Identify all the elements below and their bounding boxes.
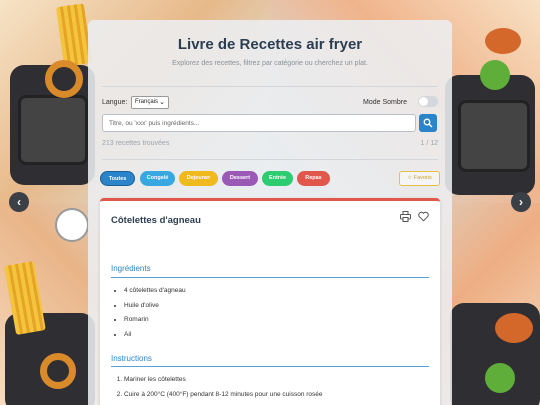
ingredient-item: Romarin: [124, 316, 186, 331]
instruction-step: Mariner les côtelettes: [124, 376, 323, 391]
print-icon[interactable]: [400, 211, 411, 222]
language-value: Français: [135, 99, 159, 105]
page-subtitle: Explorez des recettes, filtrez par catég…: [172, 60, 368, 67]
recipe-book-panel: Livre de Recettes air fryer Explorez des…: [88, 20, 452, 405]
chevron-right-icon: ›: [519, 195, 523, 209]
carousel-prev-button[interactable]: ‹: [9, 192, 29, 212]
category-dessert-button[interactable]: Dessert: [222, 171, 258, 186]
instruction-step: Cuire à 200°C (400°F) pendant 8-12 minut…: [124, 391, 323, 405]
chevron-down-icon: ⌄: [159, 99, 165, 106]
toggle-knob: [419, 97, 428, 106]
results-row: 213 recettes trouvées 1 / 12: [102, 140, 438, 147]
language-label: Langue:: [102, 99, 128, 106]
ingredient-item: Ail: [124, 331, 186, 346]
divider: [102, 159, 438, 160]
recipe-card: Côtelettes d'agneau Ingrédients 4 côtele…: [100, 198, 440, 405]
search-input[interactable]: Titre, ou 'xxx' puis ingrédients...: [102, 114, 416, 132]
category-lunch-button[interactable]: Dejeuner: [179, 171, 218, 186]
category-starter-button[interactable]: Entrée: [262, 171, 293, 186]
ingredients-heading: Ingrédients: [111, 264, 151, 273]
heading-underline: [111, 366, 429, 367]
favorites-button[interactable]: ☆ Favoris: [399, 171, 440, 186]
category-all-button[interactable]: Toutes: [100, 171, 135, 186]
instructions-list: Mariner les côtelettes Cuire à 200°C (40…: [118, 376, 323, 405]
heading-underline: [111, 277, 429, 278]
category-filters: Toutes Congelé Dejeuner Dessert Entrée R…: [100, 171, 440, 187]
ingredient-item: Huile d'olive: [124, 302, 186, 317]
heart-icon[interactable]: [418, 211, 429, 222]
category-frozen-button[interactable]: Congelé: [140, 171, 175, 186]
results-count: 213 recettes trouvées: [102, 140, 170, 147]
settings-row: Langue: Français ⌄ Mode Sombre: [102, 96, 440, 110]
dark-mode-label: Mode Sombre: [363, 99, 407, 106]
search-icon: [423, 118, 433, 128]
carousel-next-button[interactable]: ›: [511, 192, 531, 212]
chevron-left-icon: ‹: [17, 195, 21, 209]
page-indicator: 1 / 12: [420, 140, 438, 147]
ingredients-list: 4 côtelettes d'agneau Huile d'olive Roma…: [118, 287, 186, 345]
search-button[interactable]: [419, 114, 437, 132]
dark-mode-toggle[interactable]: [418, 96, 438, 107]
page-title: Livre de Recettes air fryer: [177, 36, 363, 53]
instructions-heading: Instructions: [111, 354, 152, 363]
ingredient-item: 4 côtelettes d'agneau: [124, 287, 186, 302]
recipe-actions: [400, 211, 430, 223]
category-meal-button[interactable]: Repas: [297, 171, 330, 186]
divider: [102, 86, 438, 87]
recipe-title: Côtelettes d'agneau: [111, 215, 201, 226]
language-select[interactable]: Français ⌄: [131, 96, 169, 109]
